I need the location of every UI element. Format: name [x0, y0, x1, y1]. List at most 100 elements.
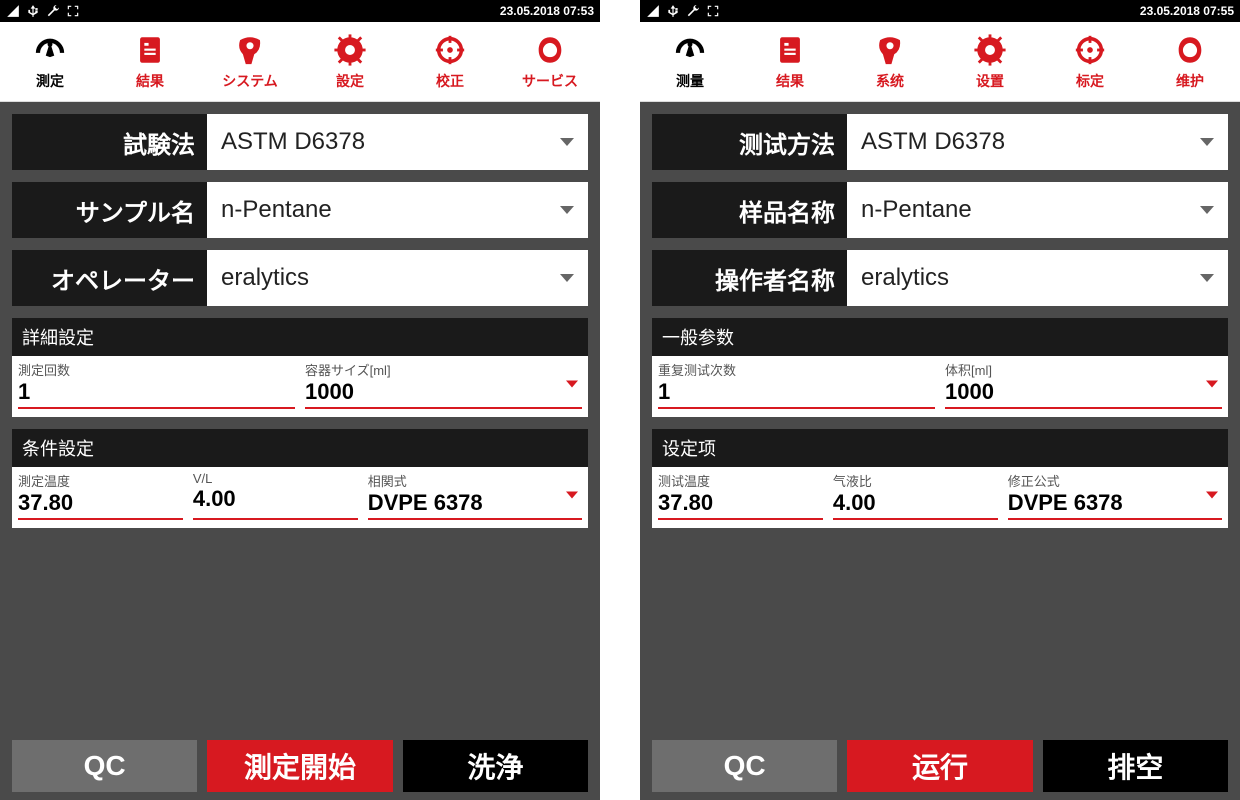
chevron-down-icon — [566, 491, 578, 498]
usb-icon — [666, 4, 680, 18]
target-icon — [433, 33, 467, 67]
sample-label: サンプル名 — [12, 182, 207, 238]
subvalue: 4.00 — [193, 486, 358, 512]
tab-service[interactable]: 维护 — [1140, 27, 1240, 97]
navtabs: 測定 結果 システム 設定 校正 サービス — [0, 22, 600, 102]
tab-system[interactable]: 系统 — [840, 27, 940, 97]
document-icon — [773, 33, 807, 67]
correlation-field[interactable]: 修正公式 DVPE 6378 — [1008, 471, 1222, 520]
sublabel: 測定温度 — [18, 471, 183, 490]
sublabel: 重复测试次数 — [658, 360, 935, 379]
sample-row: サンプル名 n-Pentane — [12, 182, 588, 238]
panel-gap — [600, 0, 640, 800]
chevron-down-icon — [1200, 138, 1214, 146]
operator-row: オペレーター eralytics — [12, 250, 588, 306]
chevron-down-icon — [566, 380, 578, 387]
sample-value: n-Pentane — [861, 196, 972, 224]
rinse-button[interactable]: 洗浄 — [403, 740, 588, 792]
chevron-down-icon — [1200, 206, 1214, 214]
target-icon — [1073, 33, 1107, 67]
status-time: 23.05.2018 07:53 — [500, 4, 594, 18]
sample-row: 样品名称 n-Pentane — [652, 182, 1228, 238]
service-icon — [1173, 33, 1207, 67]
panel-left: 23.05.2018 07:53 測定 結果 システム 設定 校正 サービス — [0, 0, 600, 800]
method-row: 测试方法 ASTM D6378 — [652, 114, 1228, 170]
tab-system[interactable]: システム — [200, 27, 300, 97]
tab-measure[interactable]: 測定 — [0, 27, 100, 97]
chevron-down-icon — [560, 206, 574, 214]
sublabel: 气液比 — [833, 471, 998, 490]
rinse-button[interactable]: 排空 — [1043, 740, 1228, 792]
vl-ratio-field[interactable]: 气液比 4.00 — [833, 471, 998, 520]
tab-settings[interactable]: 設定 — [300, 27, 400, 97]
tab-results[interactable]: 结果 — [740, 27, 840, 97]
section-conditions: 设定项 测试温度 37.80 气液比 4.00 修正公式 DVPE 6378 — [652, 429, 1228, 528]
operator-row: 操作者名称 eralytics — [652, 250, 1228, 306]
run-button[interactable]: 运行 — [847, 740, 1032, 792]
sublabel: 容器サイズ[ml] — [305, 360, 582, 379]
statusbar: 23.05.2018 07:53 — [0, 0, 600, 22]
method-label: 試験法 — [12, 114, 207, 170]
gauge-icon — [33, 33, 67, 67]
container-size-field[interactable]: 容器サイズ[ml] 1000 — [305, 360, 582, 409]
sublabel: 測定回数 — [18, 360, 295, 379]
operator-value: eralytics — [221, 264, 309, 292]
section-body: 測定温度 37.80 V/L 4.00 相関式 DVPE 6378 — [12, 467, 588, 528]
tab-label: システム — [222, 71, 278, 91]
method-value: ASTM D6378 — [861, 128, 1005, 156]
section-body: 測定回数 1 容器サイズ[ml] 1000 — [12, 356, 588, 417]
container-size-field[interactable]: 体积[ml] 1000 — [945, 360, 1222, 409]
tab-label: 标定 — [1076, 71, 1104, 91]
expand-icon — [706, 4, 720, 18]
main-body: 試験法 ASTM D6378 サンプル名 n-Pentane オペレーター er… — [0, 102, 600, 732]
repeat-count-field[interactable]: 測定回数 1 — [18, 360, 295, 409]
tab-calibration[interactable]: 校正 — [400, 27, 500, 97]
section-body: 测试温度 37.80 气液比 4.00 修正公式 DVPE 6378 — [652, 467, 1228, 528]
qc-button[interactable]: QC — [652, 740, 837, 792]
subvalue: 37.80 — [658, 490, 823, 516]
section-header: 设定项 — [652, 429, 1228, 467]
status-icons — [646, 4, 720, 18]
temperature-field[interactable]: 测试温度 37.80 — [658, 471, 823, 520]
correlation-field[interactable]: 相関式 DVPE 6378 — [368, 471, 582, 520]
tab-label: 校正 — [436, 71, 464, 91]
statusbar: 23.05.2018 07:55 — [640, 0, 1240, 22]
method-select[interactable]: ASTM D6378 — [847, 114, 1228, 170]
sublabel: V/L — [193, 471, 358, 486]
sublabel: 相関式 — [368, 471, 582, 490]
tab-calibration[interactable]: 标定 — [1040, 27, 1140, 97]
section-header: 条件設定 — [12, 429, 588, 467]
document-icon — [133, 33, 167, 67]
tab-service[interactable]: サービス — [500, 27, 600, 97]
sample-select[interactable]: n-Pentane — [847, 182, 1228, 238]
method-select[interactable]: ASTM D6378 — [207, 114, 588, 170]
section-header: 一般参数 — [652, 318, 1228, 356]
sample-label: 样品名称 — [652, 182, 847, 238]
tab-label: 结果 — [776, 71, 804, 91]
gear-icon — [333, 33, 367, 67]
sample-value: n-Pentane — [221, 196, 332, 224]
subvalue: 4.00 — [833, 490, 998, 516]
operator-select[interactable]: eralytics — [207, 250, 588, 306]
section-detail: 詳細設定 測定回数 1 容器サイズ[ml] 1000 — [12, 318, 588, 417]
tab-label: 結果 — [136, 71, 164, 91]
navtabs: 测量 结果 系统 设置 标定 维护 — [640, 22, 1240, 102]
tab-label: 测量 — [676, 71, 704, 91]
signal-icon — [646, 4, 660, 18]
service-icon — [533, 33, 567, 67]
vl-ratio-field[interactable]: V/L 4.00 — [193, 471, 358, 520]
tab-settings[interactable]: 设置 — [940, 27, 1040, 97]
tab-label: 设置 — [976, 71, 1004, 91]
tab-measure[interactable]: 测量 — [640, 27, 740, 97]
temperature-field[interactable]: 測定温度 37.80 — [18, 471, 183, 520]
run-button[interactable]: 測定開始 — [207, 740, 392, 792]
wrench-icon — [46, 4, 60, 18]
signal-icon — [6, 4, 20, 18]
operator-select[interactable]: eralytics — [847, 250, 1228, 306]
method-label: 测试方法 — [652, 114, 847, 170]
tab-results[interactable]: 結果 — [100, 27, 200, 97]
repeat-count-field[interactable]: 重复测试次数 1 — [658, 360, 935, 409]
system-icon — [873, 33, 907, 67]
qc-button[interactable]: QC — [12, 740, 197, 792]
sample-select[interactable]: n-Pentane — [207, 182, 588, 238]
